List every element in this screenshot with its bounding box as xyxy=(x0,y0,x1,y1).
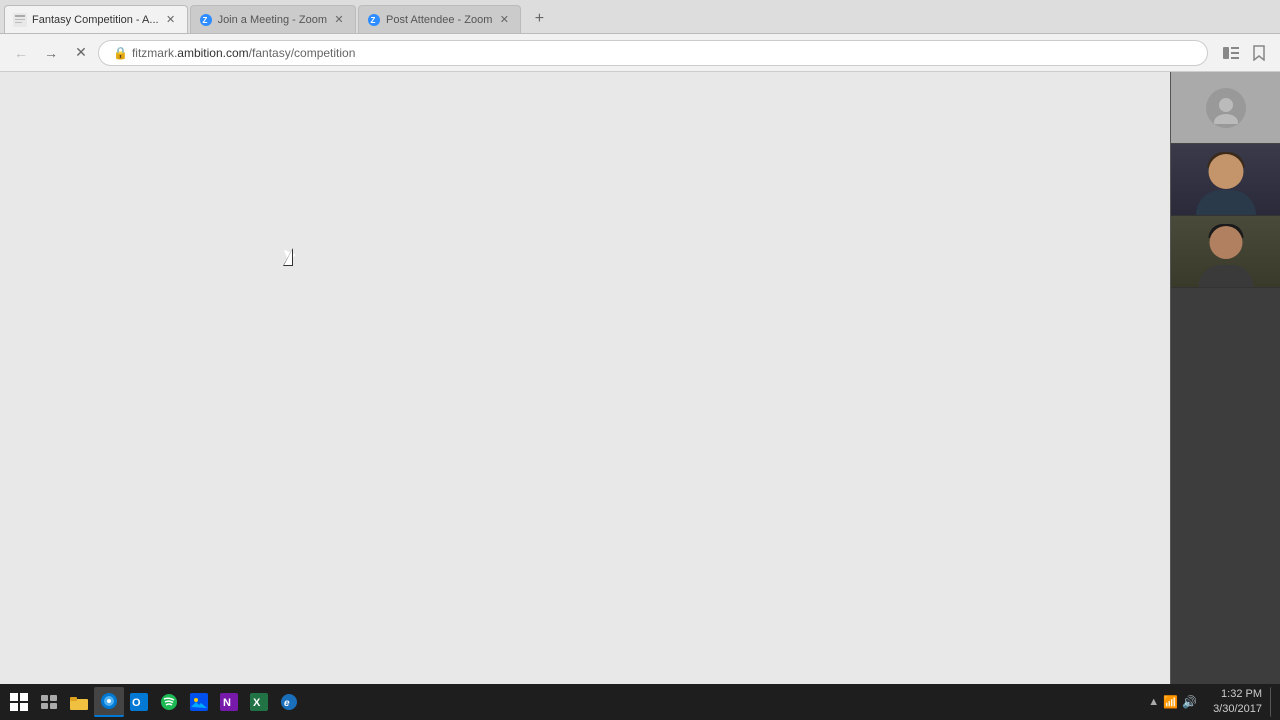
taskbar: O xyxy=(0,684,1280,720)
tab-favicon-2: Z xyxy=(199,13,213,27)
zoom-panel xyxy=(1170,72,1280,720)
start-button[interactable] xyxy=(4,687,34,717)
svg-text:O: O xyxy=(132,697,141,709)
clock-date: 3/30/2017 xyxy=(1213,702,1262,717)
browser-content xyxy=(0,72,1170,720)
avatar-circle xyxy=(1206,88,1246,128)
photos-button[interactable] xyxy=(184,687,214,717)
tab-zoom-post[interactable]: Z Post Attendee - Zoom ✕ xyxy=(358,5,521,33)
task-view-button[interactable] xyxy=(34,687,64,717)
url-path: /fantasy/competition xyxy=(249,46,356,60)
avatar-icon xyxy=(1210,92,1242,124)
toolbar-right xyxy=(1218,40,1272,66)
bookmark-button[interactable] xyxy=(1246,40,1272,66)
file-explorer-icon xyxy=(70,695,88,710)
windows-logo-icon xyxy=(10,693,28,711)
url-prefix: fitzmark. xyxy=(132,46,177,60)
new-tab-button[interactable]: + xyxy=(525,5,553,33)
system-tray: ▲ 📶 🔊 xyxy=(1140,695,1205,709)
person2-background xyxy=(1171,216,1280,287)
ie-button[interactable]: e xyxy=(274,687,304,717)
volume-icon: 🔊 xyxy=(1182,695,1197,709)
show-desktop-button[interactable] xyxy=(1270,687,1276,717)
spotify-icon xyxy=(160,693,178,711)
excel-icon: X xyxy=(250,693,268,711)
excel-button[interactable]: X xyxy=(244,687,274,717)
svg-text:Z: Z xyxy=(202,16,207,25)
browser-taskbar-button[interactable] xyxy=(94,687,124,717)
svg-text:Z: Z xyxy=(371,16,376,25)
zoom-video-participant-1 xyxy=(1171,144,1280,216)
outlook-button[interactable]: O xyxy=(124,687,154,717)
address-bar: ← → ✕ 🔒 fitzmark.ambition.com/fantasy/co… xyxy=(0,34,1280,72)
main-wrapper: O xyxy=(0,72,1280,720)
file-explorer-button[interactable] xyxy=(64,687,94,717)
tab-fantasy-competition[interactable]: Fantasy Competition - A... ✕ xyxy=(4,5,188,33)
svg-text:e: e xyxy=(284,698,290,709)
tab-label-2: Join a Meeting - Zoom xyxy=(218,14,327,26)
task-view-icon xyxy=(41,695,57,709)
url-bar[interactable]: 🔒 fitzmark.ambition.com/fantasy/competit… xyxy=(98,40,1208,66)
onenote-icon: N xyxy=(220,693,238,711)
content-wrapper xyxy=(0,72,1280,720)
url-text: fitzmark.ambition.com/fantasy/competitio… xyxy=(132,46,1197,60)
tab-zoom-join[interactable]: Z Join a Meeting - Zoom ✕ xyxy=(190,5,356,33)
tab-favicon-3: Z xyxy=(367,13,381,27)
lock-icon: 🔒 xyxy=(113,46,128,60)
back-button[interactable]: ← xyxy=(8,40,34,66)
outlook-icon: O xyxy=(130,693,148,711)
zoom-video-participant-2 xyxy=(1171,216,1280,288)
photos-icon xyxy=(190,693,208,711)
sidebar-toggle-button[interactable] xyxy=(1218,40,1244,66)
url-domain: ambition.com xyxy=(177,46,248,60)
person1-shoulder xyxy=(1196,190,1256,215)
tab-label-3: Post Attendee - Zoom xyxy=(386,14,492,26)
browser-taskbar-icon xyxy=(100,692,118,710)
tab-label-1: Fantasy Competition - A... xyxy=(32,14,159,26)
person1-face xyxy=(1209,154,1244,189)
zoom-video-local xyxy=(1171,72,1280,144)
forward-button[interactable]: → xyxy=(38,40,64,66)
taskbar-clock[interactable]: 1:32 PM 3/30/2017 xyxy=(1205,687,1270,718)
svg-text:N: N xyxy=(223,697,231,709)
person2-shoulder xyxy=(1199,265,1254,287)
tab-favicon-1 xyxy=(13,13,27,27)
tray-icon-1: ▲ xyxy=(1148,696,1159,708)
onenote-button[interactable]: N xyxy=(214,687,244,717)
tab-close-3[interactable]: ✕ xyxy=(496,12,512,28)
clock-time: 1:32 PM xyxy=(1213,687,1262,702)
ie-icon: e xyxy=(280,693,298,711)
network-icon: 📶 xyxy=(1163,695,1178,709)
spotify-button[interactable] xyxy=(154,687,184,717)
tab-bar: Fantasy Competition - A... ✕ Z Join a Me… xyxy=(0,0,1280,34)
person2-face xyxy=(1210,226,1243,259)
reload-button[interactable]: ✕ xyxy=(68,40,94,66)
svg-text:X: X xyxy=(253,697,261,709)
main-area: O xyxy=(0,72,1280,720)
tab-close-2[interactable]: ✕ xyxy=(331,12,347,28)
browser-window: Fantasy Competition - A... ✕ Z Join a Me… xyxy=(0,0,1280,720)
tab-close-1[interactable]: ✕ xyxy=(163,12,179,28)
zoom-avatar-placeholder xyxy=(1171,72,1280,143)
person1-background xyxy=(1171,144,1280,215)
